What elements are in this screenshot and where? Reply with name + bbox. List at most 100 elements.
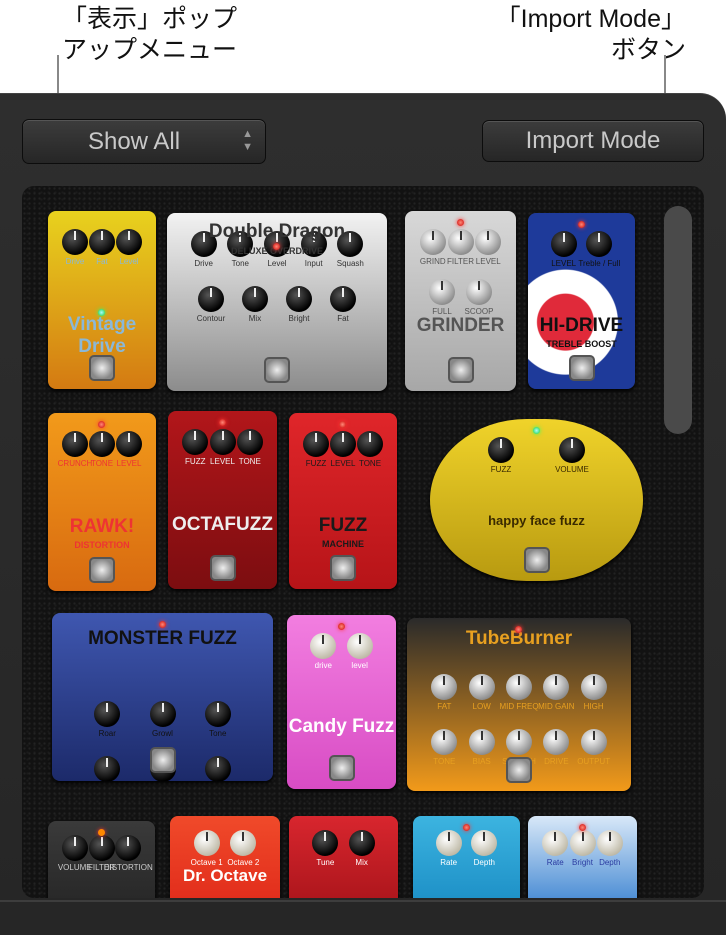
import-mode-callout: 「Import Mode」 ボタン bbox=[496, 4, 686, 66]
knob-octave-1[interactable] bbox=[193, 830, 220, 856]
footswitch[interactable] bbox=[447, 357, 474, 383]
knob-full[interactable] bbox=[429, 279, 455, 305]
footswitch[interactable] bbox=[330, 555, 356, 581]
led-indicator bbox=[515, 626, 522, 633]
knob-level[interactable] bbox=[346, 633, 373, 659]
pedal-double-dragon[interactable]: Drive Tone Level Input Squash Contour Mix Brigh… bbox=[167, 213, 387, 391]
knob-mix[interactable] bbox=[242, 286, 268, 312]
pedal-pedal[interactable]: VOLUME FILTER DISTORTION bbox=[48, 821, 155, 898]
knob-contour[interactable] bbox=[198, 286, 224, 312]
knob-tone[interactable] bbox=[431, 729, 458, 755]
knob-fuzz[interactable] bbox=[488, 437, 514, 463]
pedal-tubeburner[interactable]: FATLOWMID FREQMID GAINHIGHTONEBIASSQUASH… bbox=[407, 618, 631, 791]
pedal-candy-fuzz[interactable]: drive level Candy Fuzz bbox=[287, 615, 396, 789]
knob-level[interactable] bbox=[116, 431, 142, 457]
knob-depth[interactable] bbox=[471, 830, 498, 856]
knob-level[interactable] bbox=[475, 229, 502, 255]
knob-tone[interactable] bbox=[89, 431, 115, 457]
knob-bright[interactable] bbox=[569, 830, 596, 856]
knob-tone[interactable] bbox=[204, 701, 231, 727]
knob-label: OUTPUT bbox=[577, 757, 611, 766]
footswitch[interactable] bbox=[328, 755, 355, 781]
knob-distortion[interactable] bbox=[115, 835, 142, 861]
knob-fuzz[interactable] bbox=[303, 431, 329, 457]
footswitch[interactable] bbox=[89, 355, 115, 381]
knob-filter[interactable] bbox=[88, 835, 115, 861]
knob-level[interactable] bbox=[116, 229, 142, 255]
footswitch[interactable] bbox=[568, 355, 595, 381]
knob-rate[interactable] bbox=[542, 830, 569, 856]
knob-tone[interactable] bbox=[357, 431, 383, 457]
pedal-vintage-drive[interactable]: Drive Fat Level Vintage Drive bbox=[48, 211, 156, 389]
pedal-pedal[interactable]: Rate Depth bbox=[413, 816, 520, 898]
knob-low[interactable] bbox=[468, 674, 495, 700]
knob-tune[interactable] bbox=[312, 830, 339, 856]
knob-grind[interactable] bbox=[419, 229, 446, 255]
footswitch[interactable] bbox=[149, 747, 176, 773]
pedal-octafuzz[interactable]: FUZZ LEVEL TONE OCTAFUZZ bbox=[168, 411, 277, 589]
knob-fat[interactable] bbox=[89, 229, 115, 255]
knob-high[interactable] bbox=[580, 674, 607, 700]
knob-label: Treble / Full bbox=[578, 259, 621, 268]
footswitch[interactable] bbox=[89, 557, 115, 583]
knob-texture[interactable] bbox=[94, 756, 121, 781]
knob-rate[interactable] bbox=[435, 830, 462, 856]
footswitch[interactable] bbox=[506, 757, 532, 783]
knob-level[interactable] bbox=[330, 431, 356, 457]
knob-drive[interactable] bbox=[62, 229, 88, 255]
knob-filter[interactable] bbox=[447, 229, 474, 255]
knob-squash[interactable] bbox=[506, 729, 532, 755]
knob-volume[interactable] bbox=[559, 437, 585, 463]
footswitch[interactable] bbox=[264, 357, 290, 383]
knob-fat[interactable] bbox=[330, 286, 356, 312]
pedal-pedal[interactable]: Rate Bright Depth bbox=[528, 816, 637, 898]
knob-fuzz[interactable] bbox=[182, 429, 209, 455]
pedalboard-browser-window: Show All ▲ ▼ Import Mode Drive Fat Level Vin… bbox=[0, 93, 726, 935]
knob-label: Level bbox=[119, 257, 139, 266]
pedal-name: Double Dragon bbox=[208, 221, 346, 242]
pedal-rawk-[interactable]: CRUNCH TONE LEVEL RAWK! DISTORTION bbox=[48, 413, 156, 591]
knob-level[interactable] bbox=[204, 756, 231, 781]
led-indicator bbox=[98, 421, 105, 428]
pedal-grinder[interactable]: GRIND FILTER LEVEL FULL SCOOP GRINDER bbox=[405, 211, 516, 391]
knob-drive[interactable] bbox=[543, 729, 570, 755]
pedal-name: RAWK! bbox=[69, 516, 135, 538]
knob-bias[interactable] bbox=[468, 729, 495, 755]
pedal-monster-fuzz[interactable]: RoarGrowlToneTextureGrainLevelMONSTER FU… bbox=[52, 613, 273, 781]
knob-label: Contour bbox=[196, 314, 226, 323]
knob-octave-2[interactable] bbox=[230, 830, 257, 856]
knob-drive[interactable] bbox=[310, 633, 337, 659]
knob-crunch[interactable] bbox=[62, 431, 88, 457]
knob-bright[interactable] bbox=[286, 286, 312, 312]
knob-mid-freq[interactable] bbox=[506, 674, 532, 700]
knob-label: FUZZ bbox=[490, 465, 512, 474]
footswitch[interactable] bbox=[209, 555, 236, 581]
knob-depth[interactable] bbox=[596, 830, 623, 856]
knob-scoop[interactable] bbox=[466, 279, 492, 305]
knob-treble-full[interactable] bbox=[586, 231, 613, 257]
pedal-name: FUZZ bbox=[318, 515, 368, 537]
vertical-scrollbar[interactable] bbox=[664, 206, 692, 434]
footswitch[interactable] bbox=[523, 547, 550, 573]
knob-level[interactable] bbox=[209, 429, 236, 455]
knob-mix[interactable] bbox=[348, 830, 375, 856]
pedal-pedal[interactable]: Tune Mix bbox=[289, 816, 398, 898]
knob-mid-gain[interactable] bbox=[543, 674, 570, 700]
pedal-hi-drive[interactable]: LEVEL Treble / Full HI-DRIVE TREBLE BOOST bbox=[528, 213, 635, 389]
knob-level[interactable] bbox=[550, 231, 577, 257]
knob-growl[interactable] bbox=[149, 701, 176, 727]
knob-volume[interactable] bbox=[61, 835, 88, 861]
pedal-dr-octave[interactable]: Octave 1 Octave 2 Dr. Octave bbox=[170, 816, 280, 898]
pedal-fuzz[interactable]: FUZZ LEVEL TONE FUZZ MACHINE bbox=[289, 413, 397, 589]
knob-label: TONE bbox=[358, 459, 382, 468]
knob-label: TONE bbox=[238, 457, 261, 466]
import-mode-button[interactable]: Import Mode bbox=[482, 120, 704, 162]
knob-fat[interactable] bbox=[431, 674, 458, 700]
pedal-name: GRINDER bbox=[416, 315, 505, 337]
knob-tone[interactable] bbox=[236, 429, 263, 455]
knob-roar[interactable] bbox=[94, 701, 121, 727]
knob-output[interactable] bbox=[580, 729, 607, 755]
led-indicator bbox=[578, 824, 586, 831]
pedal-happy-face-fuzz[interactable]: FUZZ VOLUME happy face fuzz bbox=[430, 419, 643, 581]
show-popup-menu[interactable]: Show All ▲ ▼ bbox=[22, 119, 266, 164]
